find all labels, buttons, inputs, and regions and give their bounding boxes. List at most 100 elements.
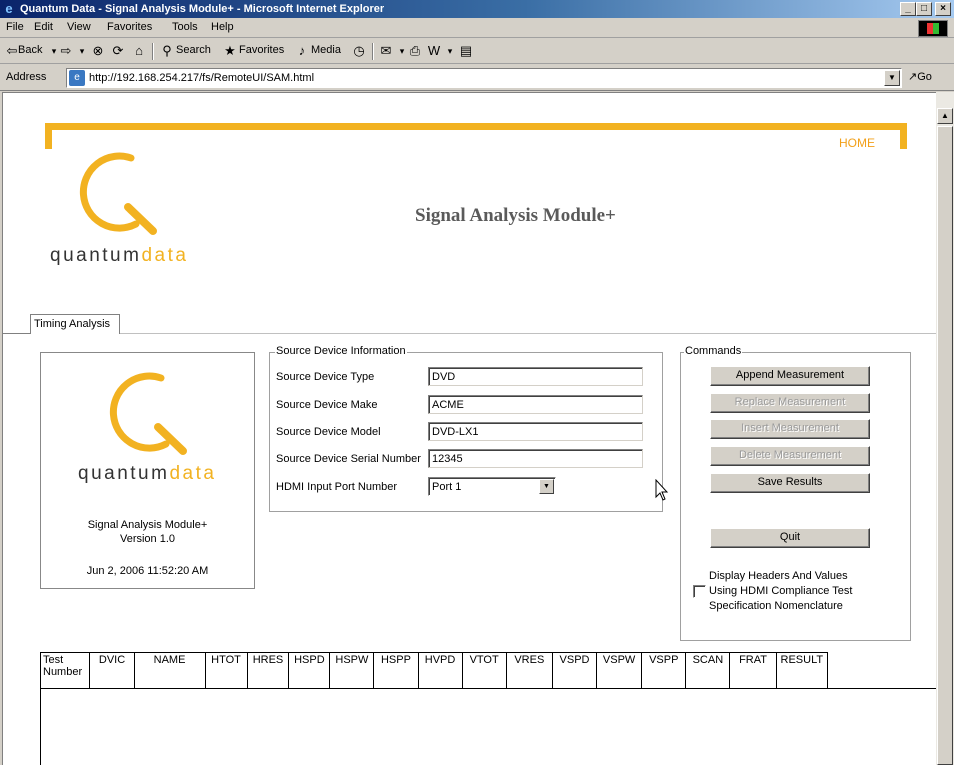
mail-icon[interactable]: ✉ [378,43,394,59]
refresh-icon[interactable]: ⟳ [110,43,126,59]
source-device-legend: Source Device Information [275,345,407,357]
column-header-hvpd: HVPD [417,652,463,689]
append-measurement-button[interactable]: Append Measurement [710,366,870,386]
source-device-model-input[interactable]: DVD-LX1 [428,422,643,441]
window-title-bar[interactable]: e Quantum Data - Signal Analysis Module+… [0,0,954,18]
quantumdata-logo-icon [79,152,157,235]
source-device-serial-label: Source Device Serial Number [276,453,421,465]
address-input[interactable]: e http://192.168.254.217/fs/RemoteUI/SAM… [66,68,902,88]
results-table: Test Number DVIC NAME HTOT HRES HSPD HSP… [39,652,829,689]
module-name: Signal Analysis Module+ [87,519,208,531]
go-button[interactable]: ↗Go [908,70,932,83]
toolbar-separator [372,43,374,60]
column-header-scan: SCAN [685,652,731,689]
hdmi-port-select[interactable]: Port 1 ▼ [428,477,556,496]
address-bar: Address e http://192.168.254.217/fs/Remo… [0,64,954,91]
column-header-vres: VRES [505,652,553,689]
column-header-dvic: DVIC [89,652,135,689]
address-dropdown-icon[interactable]: ▼ [884,70,900,86]
column-header-hspd: HSPD [288,652,331,689]
header-bar [45,123,907,130]
logo-wordmark: quantumdata [50,245,188,267]
page-title: Signal Analysis Module+ [415,205,616,226]
print-icon[interactable]: ⎙ [407,43,423,59]
column-header-vtot: VTOT [461,652,507,689]
close-button[interactable]: × [935,2,951,16]
nomenclature-label-line2: Using HDMI Compliance Test [709,585,853,597]
source-device-type-input[interactable]: DVD [428,367,643,386]
column-header-hres: HRES [246,652,290,689]
column-header-vspd: VSPD [551,652,598,689]
favorites-button[interactable]: Favorites [239,44,284,56]
edit-word-icon[interactable]: W [426,43,442,59]
column-header-name: NAME [133,652,206,689]
logo-data: data [169,463,217,484]
results-table-body [40,688,936,765]
stop-icon[interactable]: ⊗ [90,43,106,59]
go-label: Go [917,71,932,83]
column-header-vspp: VSPP [641,652,687,689]
address-label: Address [6,71,47,83]
hdmi-port-label: HDMI Input Port Number [276,481,398,493]
hdmi-port-value: Port 1 [432,481,462,493]
save-results-button[interactable]: Save Results [710,473,870,493]
column-header-result: RESULT [775,652,829,689]
menu-favorites[interactable]: Favorites [107,21,152,33]
history-icon[interactable]: ◷ [351,43,367,59]
header-bar-left [45,123,52,149]
logo-quantum: quantum [50,245,142,266]
media-button[interactable]: Media [311,44,341,56]
column-header-frat: FRAT [729,652,777,689]
window-title: Quantum Data - Signal Analysis Module+ -… [20,3,385,15]
edit-dropdown-icon[interactable]: ▾ [442,43,458,59]
column-header-vspw: VSPW [596,652,643,689]
tab-timing-analysis[interactable]: Timing Analysis [30,314,120,334]
header-bar-right [900,123,907,149]
scroll-up-icon[interactable]: ▲ [937,108,953,124]
maximize-button[interactable]: □ [916,2,932,16]
nomenclature-label-line1: Display Headers And Values [709,570,848,582]
menu-file[interactable]: File [6,21,24,33]
column-header-hspp: HSPP [373,652,419,689]
replace-measurement-button[interactable]: Replace Measurement [710,393,870,413]
forward-arrow-icon[interactable]: ⇨ [58,43,74,59]
commands-legend: Commands [684,345,743,357]
toolbar-separator [152,43,154,60]
nomenclature-checkbox[interactable] [693,585,706,598]
go-arrow-icon: ↗ [908,71,918,83]
menu-help[interactable]: Help [211,21,234,33]
media-icon[interactable]: ♪ [294,43,310,59]
search-icon[interactable]: ⚲ [159,43,175,59]
page-content: HOME quantumdata Signal Analysis Module+… [2,92,936,765]
source-device-serial-input[interactable]: 12345 [428,449,643,468]
windows-logo-icon [918,20,948,37]
page-icon: e [69,70,85,86]
favorites-icon[interactable]: ★ [222,43,238,59]
home-icon[interactable]: ⌂ [131,43,147,59]
back-button[interactable]: Back [18,44,42,56]
insert-measurement-button[interactable]: Insert Measurement [710,419,870,439]
module-info-box: quantumdata Signal Analysis Module+ Vers… [40,352,255,589]
discuss-icon[interactable]: ▤ [458,43,474,59]
menu-edit[interactable]: Edit [34,21,53,33]
menu-tools[interactable]: Tools [172,21,198,33]
chevron-down-icon[interactable]: ▼ [539,479,554,494]
tab-divider [120,333,936,334]
mouse-cursor-icon [655,479,669,501]
delete-measurement-button[interactable]: Delete Measurement [710,446,870,466]
column-header-hspw: HSPW [329,652,375,689]
source-device-make-label: Source Device Make [276,399,378,411]
source-device-make-input[interactable]: ACME [428,395,643,414]
home-link[interactable]: HOME [839,136,875,150]
tab-divider [3,333,30,334]
menu-bar: File Edit View Favorites Tools Help [0,18,954,38]
menu-view[interactable]: View [67,21,91,33]
minimize-button[interactable]: _ [900,2,916,16]
scrollbar-thumb[interactable] [937,126,953,765]
search-button[interactable]: Search [176,44,211,56]
column-header-test-number: Test Number [39,652,91,689]
vertical-scrollbar[interactable]: ▲ [936,92,954,765]
forward-dropdown-icon[interactable]: ▾ [74,43,90,59]
quit-button[interactable]: Quit [710,528,870,548]
source-device-type-label: Source Device Type [276,371,375,383]
